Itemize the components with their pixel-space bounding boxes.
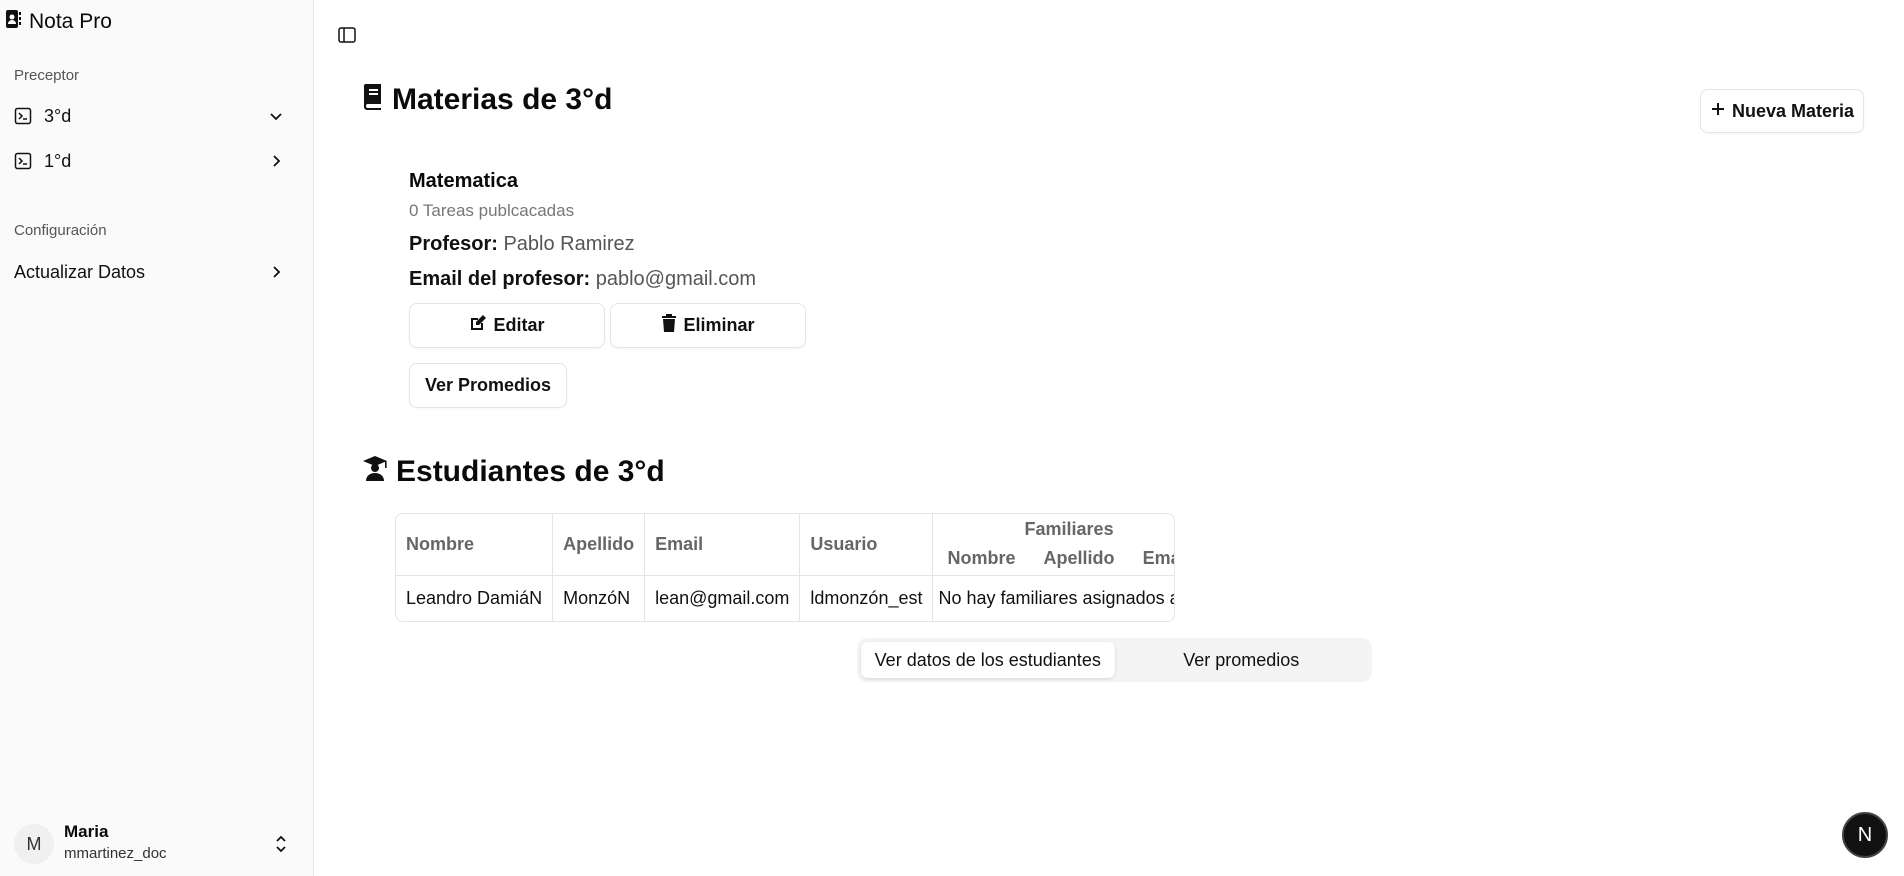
chevrons-up-down-icon [272,834,290,854]
sidebar-toggle-icon[interactable] [337,25,357,45]
group-label-preceptor: Preceptor [14,67,80,84]
chevron-down-icon [268,108,284,124]
teacher-value: Pablo Ramirez [503,233,635,255]
view-averages-label: Ver Promedios [424,375,552,395]
view-averages-button[interactable]: Ver Promedios [409,363,567,408]
teacher-label: Profesor: [409,233,498,255]
group-label-configuracion: Configuración [14,222,107,239]
column-header-apellido: Apellido [552,514,646,576]
cell-usuario: ldmonzón_est [799,575,934,621]
terminal-icon [14,152,32,170]
cell-nombre: Leandro DamiáN [396,575,554,621]
chevron-right-icon [268,264,284,280]
delete-button[interactable]: Eliminar [610,303,806,348]
edit-label: Editar [493,315,545,335]
subject-name: Matematica [409,170,518,192]
graduation-cap-icon [362,455,388,489]
next-dev-badge[interactable]: N [1842,812,1888,858]
sidebar: Nota Pro Preceptor 3°d 1°d Configuración… [0,0,314,876]
table-row: Leandro DamiáN MonzóN lean@gmail.com ldm… [396,575,1175,621]
app-brand[interactable]: Nota Pro [5,10,112,34]
trash-icon [661,314,677,337]
sidebar-item-label: 3°d [44,105,72,126]
familiares-header: Familiares [1024,519,1114,540]
terminal-icon [14,107,32,125]
tab-averages[interactable]: Ver promedios [1115,642,1369,678]
sidebar-item-label: Actualizar Datos [14,261,146,282]
subject-task-count: 0 Tareas publcacadas [409,201,575,220]
chevron-right-icon [268,153,284,169]
students-view-tabs: Ver datos de los estudiantes Ver promedi… [857,638,1372,682]
students-table: Nombre Apellido Email Usuario Familiares… [395,513,1175,622]
teacher-email-value: pablo@gmail.com [595,268,757,290]
user-handle: mmartinez_doc [64,845,167,862]
family-header-nombre: Nombre [947,548,1016,569]
sidebar-item-course-3d[interactable]: 3°d [14,99,294,133]
column-header-familiares: Familiares Nombre Apellido Email [932,514,1175,576]
new-subject-label: Nueva Materia [1731,100,1855,121]
sidebar-item-actualizar-datos[interactable]: Actualizar Datos [14,255,294,289]
column-header-nombre: Nombre [396,514,554,576]
subject-teacher: Profesor: Pablo Ramirez [409,233,635,256]
subject-teacher-email: Email del profesor: pablo@gmail.com [409,268,756,291]
cell-apellido: MonzóN [552,575,646,621]
sidebar-item-label: 1°d [44,150,72,171]
column-header-email: Email [644,514,801,576]
students-title: Estudiantes de 3°d [362,455,665,489]
new-subject-button[interactable]: Nueva Materia [1700,89,1864,133]
contact-book-icon [5,9,23,35]
book-icon [362,82,384,118]
avatar: M [14,824,54,864]
user-menu[interactable]: M Maria mmartinez_doc [14,820,298,868]
page-title: Materias de 3°d [362,82,612,118]
edit-icon [469,314,487,337]
delete-label: Eliminar [683,315,755,335]
cell-familiares: No hay familiares asignados aún [938,588,1175,609]
page-title-text: Materias de 3°d [392,83,613,116]
cell-email: lean@gmail.com [644,575,801,621]
teacher-email-label: Email del profesor: [409,268,591,290]
tab-student-data[interactable]: Ver datos de los estudiantes [861,642,1115,678]
students-title-text: Estudiantes de 3°d [396,455,665,488]
user-name: Maria [64,822,109,841]
plus-icon [1710,101,1726,122]
column-header-usuario: Usuario [799,514,934,576]
family-header-email: Email [1142,548,1174,569]
familiares-subheaders: Nombre Apellido Email [933,543,1175,573]
family-header-apellido: Apellido [1043,548,1115,569]
edit-button[interactable]: Editar [409,303,605,348]
app-title: Nota Pro [29,10,112,33]
sidebar-item-course-1d[interactable]: 1°d [14,144,294,178]
